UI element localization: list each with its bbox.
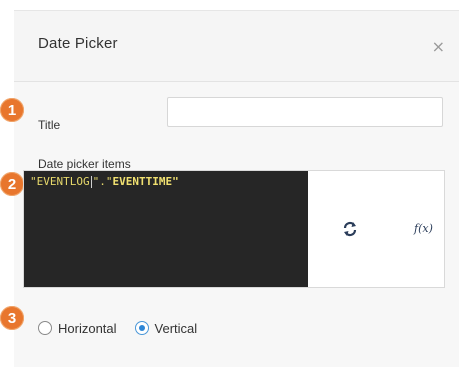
refresh-icon[interactable] <box>342 221 358 242</box>
annotation-badge-3: 3 <box>0 306 24 330</box>
radio-option-vertical[interactable]: Vertical <box>134 320 198 336</box>
radio-vertical-label: Vertical <box>154 320 198 336</box>
code-token-table: "EVENTLOG <box>30 175 90 188</box>
annotation-badge-1: 1 <box>0 98 24 122</box>
annotation-badge-2: 2 <box>0 172 24 196</box>
date-picker-items-panel: "EVENTLOG "."EVENTTIME" f(x) <box>23 170 445 288</box>
radio-horizontal-label: Horizontal <box>58 320 117 336</box>
code-editor[interactable]: "EVENTLOG "."EVENTTIME" <box>24 171 308 287</box>
code-token-column: EVENTTIME" <box>112 175 179 188</box>
code-token-separator: "." <box>92 175 113 188</box>
radio-horizontal[interactable] <box>38 321 52 335</box>
text-cursor <box>90 176 92 188</box>
title-input[interactable] <box>167 97 443 127</box>
date-picker-items-label: Date picker items <box>38 157 131 171</box>
radio-vertical[interactable] <box>134 321 149 335</box>
function-icon[interactable]: f(x) <box>414 222 433 235</box>
orientation-radio-group: Horizontal Vertical <box>38 316 215 340</box>
close-icon[interactable]: × <box>432 37 445 56</box>
dialog-header: Date Picker × <box>14 11 459 82</box>
radio-option-horizontal[interactable]: Horizontal <box>38 321 117 336</box>
title-label: Title <box>38 118 61 132</box>
dialog-title: Date Picker <box>38 35 118 52</box>
